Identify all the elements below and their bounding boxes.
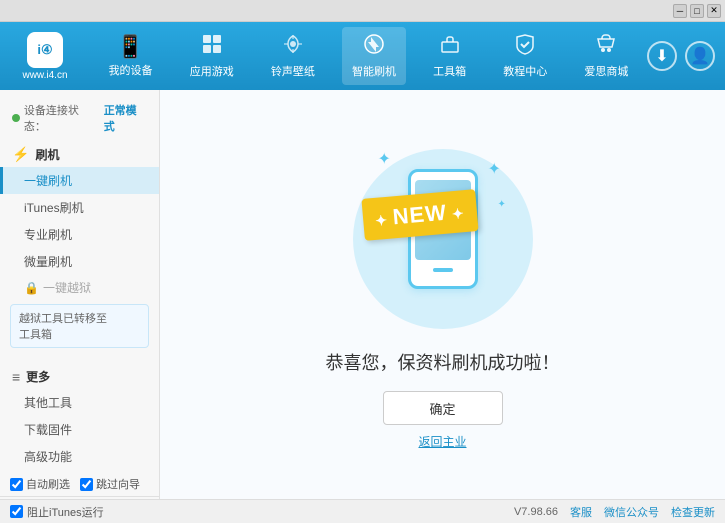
nav-mall[interactable]: 爱思商城 xyxy=(574,27,638,85)
nav-apps-games[interactable]: 应用游戏 xyxy=(180,27,244,85)
content-area: ✦ ✦ ✦ NEW 恭喜您，保资料刷机成功啦！ 确定 返回主业 xyxy=(160,90,725,499)
home-link[interactable]: 返回主业 xyxy=(418,433,466,450)
sidebar-item-download-firmware[interactable]: 下载固件 xyxy=(0,416,159,443)
nav-smart-flash-label: 智能刷机 xyxy=(352,63,396,79)
status-dot xyxy=(12,114,20,122)
sidebar-section-flash[interactable]: ⚡ 刷机 xyxy=(0,142,159,167)
skip-wizard-input[interactable] xyxy=(80,478,93,491)
status-bar-right: V7.98.66 客服 微信公众号 检查更新 xyxy=(514,504,715,520)
auto-flash-label: 自动刷选 xyxy=(26,476,70,492)
success-title: 恭喜您，保资料刷机成功啦！ xyxy=(326,349,560,375)
itunes-label: 阻止iTunes运行 xyxy=(27,504,104,520)
sidebar-item-one-click-flash[interactable]: 一键刷机 xyxy=(0,167,159,194)
wechat-link[interactable]: 微信公众号 xyxy=(604,504,659,520)
smart-flash-icon xyxy=(363,33,385,61)
nav-my-device[interactable]: 📱 我的设备 xyxy=(99,28,163,84)
status-value: 正常模式 xyxy=(104,102,147,134)
nav-smart-flash[interactable]: 智能刷机 xyxy=(342,27,406,85)
status-bar-left: 阻止iTunes运行 xyxy=(10,504,104,520)
logo-icon: i④ xyxy=(27,32,63,68)
user-button[interactable]: 👤 xyxy=(685,41,715,71)
logo[interactable]: i④ www.i4.cn xyxy=(10,32,80,81)
more-section-icon: ≡ xyxy=(12,369,20,385)
device-panel: 📱 iPhone 12 mini 64GB Down-12mini-13.1 xyxy=(0,496,159,499)
logo-text: www.i4.cn xyxy=(22,70,67,81)
nav-right: ⬇ 👤 xyxy=(647,41,715,71)
sidebar-section-more-label: 更多 xyxy=(26,368,50,385)
title-bar: ─ □ ✕ xyxy=(0,0,725,22)
nav-ringtones[interactable]: 铃声壁纸 xyxy=(261,27,325,85)
sidebar-section-more[interactable]: ≡ 更多 xyxy=(0,364,159,389)
nav-tutorials-label: 教程中心 xyxy=(503,63,547,79)
auto-flash-checkbox[interactable]: 自动刷选 xyxy=(10,476,70,492)
check-update-link[interactable]: 检查更新 xyxy=(671,504,715,520)
nav-my-device-label: 我的设备 xyxy=(109,62,153,78)
maximize-button[interactable]: □ xyxy=(690,4,704,18)
nav-mall-label: 爱思商城 xyxy=(584,63,628,79)
mall-icon xyxy=(595,33,617,61)
sidebar-notice: 越狱工具已转移至工具箱 xyxy=(10,304,149,348)
sidebar-status: 设备连接状态： 正常模式 xyxy=(0,98,159,142)
support-link[interactable]: 客服 xyxy=(570,504,592,520)
sparkle-1: ✦ xyxy=(488,159,501,179)
nav-apps-games-label: 应用游戏 xyxy=(190,63,234,79)
main: 设备连接状态： 正常模式 ⚡ 刷机 一键刷机 iTunes刷机 专业刷机 微量刷… xyxy=(0,90,725,499)
nav-toolbox-label: 工具箱 xyxy=(433,63,466,79)
lock-icon: 🔒 xyxy=(24,281,39,295)
ringtones-icon xyxy=(282,33,304,61)
status-label: 设备连接状态： xyxy=(24,102,100,134)
nav-toolbox[interactable]: 工具箱 xyxy=(423,27,476,85)
download-button[interactable]: ⬇ xyxy=(647,41,677,71)
apps-games-icon xyxy=(201,33,223,61)
header: i④ www.i4.cn 📱 我的设备 应用游戏 xyxy=(0,22,725,90)
flash-section-icon: ⚡ xyxy=(12,146,29,163)
sidebar-item-advanced[interactable]: 高级功能 xyxy=(0,443,159,470)
skip-wizard-checkbox[interactable]: 跳过向导 xyxy=(80,476,140,492)
nav-tutorials[interactable]: 教程中心 xyxy=(493,27,557,85)
sidebar-item-pro-flash[interactable]: 专业刷机 xyxy=(0,221,159,248)
sidebar-item-itunes-flash[interactable]: iTunes刷机 xyxy=(0,194,159,221)
close-button[interactable]: ✕ xyxy=(707,4,721,18)
sidebar-section-flash-label: 刷机 xyxy=(35,146,59,163)
nav-items: 📱 我的设备 应用游戏 铃声壁纸 xyxy=(90,27,647,85)
confirm-button[interactable]: 确定 xyxy=(383,391,503,425)
status-bar: 阻止iTunes运行 V7.98.66 客服 微信公众号 检查更新 xyxy=(0,499,725,523)
sidebar-item-data-flash[interactable]: 微量刷机 xyxy=(0,248,159,275)
nav-ringtones-label: 铃声壁纸 xyxy=(271,63,315,79)
success-illustration: ✦ ✦ ✦ NEW xyxy=(343,139,543,339)
version-badge: V7.98.66 xyxy=(514,506,558,518)
sidebar-item-other-tools[interactable]: 其他工具 xyxy=(0,389,159,416)
phone-btn xyxy=(433,268,453,272)
toolbox-icon xyxy=(439,33,461,61)
minimize-button[interactable]: ─ xyxy=(673,4,687,18)
skip-wizard-label: 跳过向导 xyxy=(96,476,140,492)
tutorials-icon xyxy=(514,33,536,61)
my-device-icon: 📱 xyxy=(117,34,144,60)
sidebar-locked-jailbreak: 🔒 一键越狱 xyxy=(0,275,159,300)
sidebar-bottom: 自动刷选 跳过向导 📱 iPhone 12 mini 64GB Down-12m… xyxy=(0,470,159,499)
sparkle-3: ✦ xyxy=(378,149,391,169)
auto-flash-input[interactable] xyxy=(10,478,23,491)
itunes-checkbox-input[interactable] xyxy=(10,505,23,518)
itunes-checkbox[interactable]: 阻止iTunes运行 xyxy=(10,504,104,520)
checkbox-row: 自动刷选 跳过向导 xyxy=(0,470,159,496)
sparkle-2: ✦ xyxy=(498,199,506,210)
sidebar: 设备连接状态： 正常模式 ⚡ 刷机 一键刷机 iTunes刷机 专业刷机 微量刷… xyxy=(0,90,160,499)
